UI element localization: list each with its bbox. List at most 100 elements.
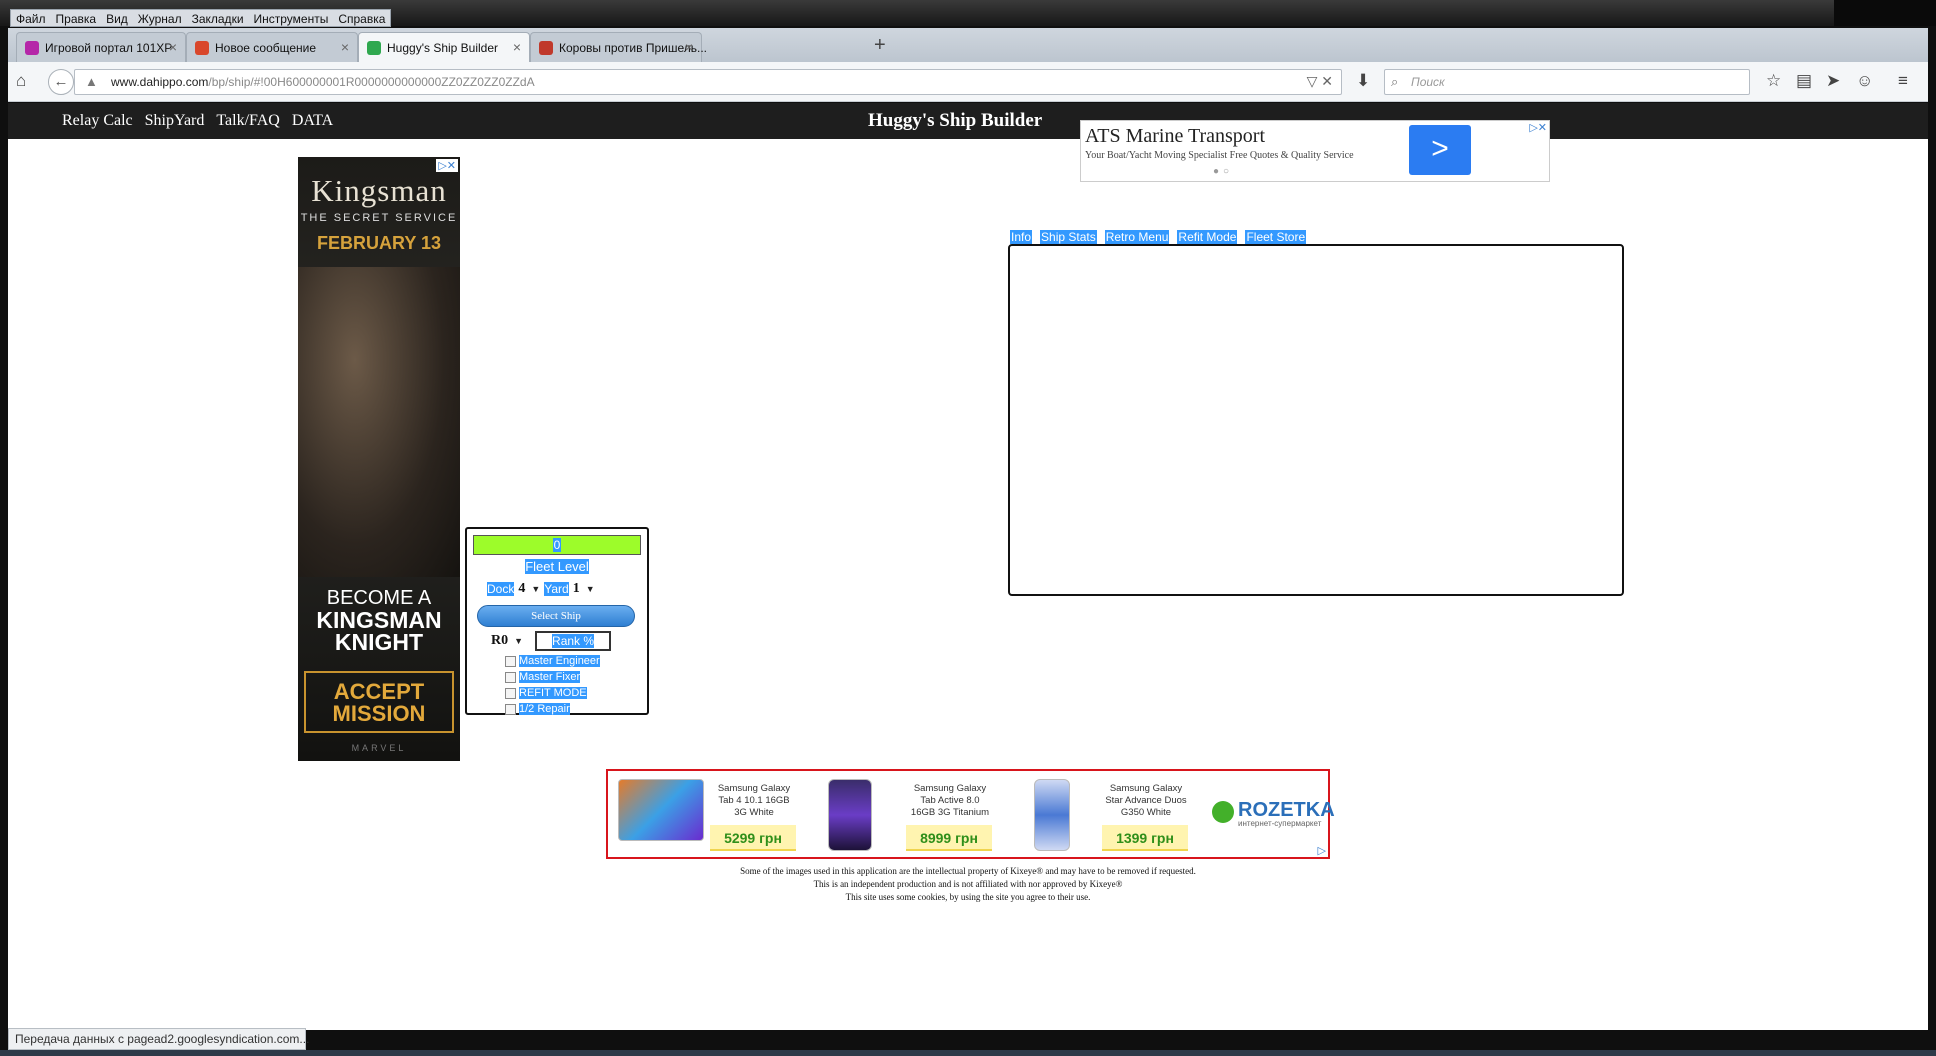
browser-window: Файл Правка Вид Журнал Закладки Инструме… bbox=[0, 0, 1936, 1056]
checkbox-box[interactable] bbox=[505, 687, 516, 699]
fleet-level-label: Fleet Level bbox=[467, 559, 647, 574]
ad-arrow-button[interactable]: > bbox=[1409, 125, 1471, 175]
menu-help[interactable]: Справка bbox=[333, 10, 390, 26]
rank-placeholder: Rank % bbox=[552, 634, 595, 648]
mail-icon bbox=[195, 41, 209, 55]
yard-select[interactable]: 1 ▼ bbox=[571, 581, 597, 597]
reading-list-icon[interactable]: ▤ bbox=[1796, 71, 1812, 91]
rozetka-samsung-ad[interactable]: Samsung Galaxy Tab 4 10.1 16GB 3G White … bbox=[606, 769, 1335, 859]
menu-file[interactable]: Файл bbox=[11, 10, 51, 26]
product-card[interactable]: Samsung Galaxy Star Advance Duos G350 Wh… bbox=[1004, 775, 1190, 855]
product-price: 1399 грн bbox=[1102, 825, 1188, 851]
ad-line2: KINGSMAN KNIGHT bbox=[316, 607, 442, 655]
ad-photo bbox=[298, 267, 460, 577]
checkbox-box[interactable] bbox=[505, 671, 516, 683]
select-ship-button[interactable]: Select Ship bbox=[477, 605, 635, 627]
product-name: Samsung Galaxy Tab Active 8.0 16GB 3G Ti… bbox=[910, 783, 990, 818]
search-bar[interactable]: ⌕ Поиск bbox=[1384, 69, 1750, 95]
tab-ship-stats[interactable]: Ship Stats bbox=[1040, 230, 1097, 244]
product-price: 8999 грн bbox=[906, 825, 992, 851]
window-controls[interactable] bbox=[1834, 0, 1936, 26]
phone-image bbox=[1034, 779, 1070, 851]
rank-select[interactable]: R0 ▼ bbox=[489, 633, 525, 649]
new-tab-button[interactable]: + bbox=[874, 34, 886, 57]
send-icon[interactable]: ➤ bbox=[1826, 71, 1840, 91]
checkbox-label: Master Fixer bbox=[519, 671, 581, 683]
checkbox-label: Master Engineer bbox=[519, 655, 600, 667]
product-name: Samsung Galaxy Star Advance Duos G350 Wh… bbox=[1105, 783, 1187, 818]
game-icon bbox=[539, 41, 553, 55]
accept-mission-button[interactable]: ACCEPT MISSION bbox=[304, 671, 454, 733]
product-price: 5299 грн bbox=[710, 825, 796, 851]
half-repair-checkbox[interactable]: 1/2 Repair bbox=[505, 703, 570, 715]
product-name: Samsung Galaxy Tab 4 10.1 16GB 3G White bbox=[717, 783, 791, 818]
checkbox-box[interactable] bbox=[505, 655, 516, 667]
ats-marine-ad[interactable]: ATS Marine Transport Your Boat/Yacht Mov… bbox=[1080, 120, 1550, 182]
status-bar: Передача данных с pagead2.googlesyndicat… bbox=[8, 1028, 309, 1050]
checkbox-box[interactable] bbox=[505, 703, 516, 715]
url-bar[interactable]: ▲ www.dahippo.com/bp/ship/#!00H600000001… bbox=[74, 69, 1342, 95]
dock-select[interactable]: 4 ▼ bbox=[516, 581, 542, 597]
master-fixer-checkbox[interactable]: Master Fixer bbox=[505, 671, 581, 683]
tab-info[interactable]: Info bbox=[1010, 230, 1033, 244]
menu-edit[interactable]: Правка bbox=[51, 10, 102, 26]
tab-new-message[interactable]: Новое сообщение × bbox=[186, 32, 358, 62]
master-engineer-checkbox[interactable]: Master Engineer bbox=[505, 655, 600, 667]
nav-data[interactable]: DATA bbox=[292, 112, 333, 130]
refit-mode-checkbox[interactable]: REFIT MODE bbox=[505, 687, 587, 699]
back-button[interactable]: ← bbox=[48, 69, 74, 95]
close-icon[interactable]: × bbox=[513, 39, 521, 55]
checkbox-label: REFIT MODE bbox=[519, 687, 587, 699]
yard-value: 1 bbox=[572, 581, 580, 596]
yard-label: Yard bbox=[544, 582, 569, 596]
star-icon bbox=[25, 41, 39, 55]
nav-relay-calc[interactable]: Relay Calc bbox=[62, 112, 133, 130]
product-card[interactable]: Samsung Galaxy Tab 4 10.1 16GB 3G White … bbox=[612, 775, 798, 855]
view-tabs: Info Ship Stats Retro Menu Refit Mode Fl… bbox=[1010, 230, 1307, 244]
rozetka-logo-icon bbox=[1212, 801, 1234, 823]
menu-bar: Файл Правка Вид Журнал Закладки Инструме… bbox=[0, 0, 1936, 27]
rank-input[interactable]: Rank % bbox=[535, 631, 612, 651]
ship-view-panel bbox=[1008, 244, 1624, 596]
menu-tools[interactable]: Инструменты bbox=[249, 10, 334, 26]
url-text: www.dahippo.com/bp/ship/#!00H600000001R0… bbox=[111, 75, 535, 89]
product-card[interactable]: Samsung Galaxy Tab Active 8.0 16GB 3G Ti… bbox=[808, 775, 994, 855]
close-icon[interactable]: × bbox=[169, 39, 177, 55]
reload-icon[interactable]: ▽ ✕ bbox=[1307, 73, 1333, 90]
ad-choices-icon[interactable]: ▷✕ bbox=[436, 159, 458, 172]
url-path: /bp/ship/#!00H600000001R0000000000000ZZ0… bbox=[208, 75, 535, 89]
tab-cows-vs-aliens[interactable]: Коровы против Пришель... × bbox=[530, 32, 707, 62]
bookmark-star-icon[interactable]: ☆ bbox=[1766, 71, 1781, 91]
tab-retro-menu[interactable]: Retro Menu bbox=[1104, 230, 1170, 244]
close-icon[interactable]: × bbox=[685, 39, 693, 55]
menu-bookmarks[interactable]: Закладки bbox=[187, 10, 249, 26]
menu-history[interactable]: Журнал bbox=[133, 10, 187, 26]
home-icon[interactable]: ⌂ bbox=[16, 71, 26, 91]
hamburger-menu-icon[interactable]: ≡ bbox=[1898, 71, 1908, 91]
menu-view[interactable]: Вид bbox=[101, 10, 133, 26]
tab-101xp[interactable]: Игровой портал 101XP × bbox=[16, 32, 186, 62]
tablet-image bbox=[618, 779, 704, 841]
close-icon[interactable]: × bbox=[341, 39, 349, 55]
ad-choices-icon[interactable]: ▷ bbox=[1318, 844, 1326, 857]
ad-pager-dots[interactable]: ●○ bbox=[1213, 166, 1233, 177]
navigation-bar: ⌂ ← ▲ www.dahippo.com/bp/ship/#!00H60000… bbox=[8, 62, 1928, 102]
url-host: www.dahippo.com bbox=[111, 75, 209, 89]
chat-icon[interactable]: ☺ bbox=[1856, 71, 1873, 91]
tab-ship-builder[interactable]: Huggy's Ship Builder × bbox=[358, 32, 530, 63]
site-header: Relay Calc ShipYard Talk/FAQ DATA Huggy'… bbox=[8, 103, 1928, 139]
nav-talk-faq[interactable]: Talk/FAQ bbox=[216, 112, 279, 130]
tab-refit-mode[interactable]: Refit Mode bbox=[1177, 230, 1238, 244]
disclaimer-line: This site uses some cookies, by using th… bbox=[845, 892, 1091, 902]
ad-title: Kingsman bbox=[311, 173, 447, 208]
search-icon: ⌕ bbox=[1391, 74, 1399, 89]
tab-fleet-store[interactable]: Fleet Store bbox=[1245, 230, 1307, 244]
disclaimer-line: This is an independent production and is… bbox=[813, 879, 1123, 889]
taskbar bbox=[0, 1050, 1936, 1056]
ad-choices-icon[interactable]: ▷✕ bbox=[1529, 121, 1547, 134]
download-icon[interactable]: ⬇ bbox=[1356, 71, 1370, 91]
rank-row: R0 ▼ Rank % bbox=[489, 631, 612, 651]
nav-shipyard[interactable]: ShipYard bbox=[145, 112, 205, 130]
kingsman-ad[interactable]: ▷✕ Kingsman THE SECRET SERVICE FEBRUARY … bbox=[298, 157, 460, 761]
tab-label: Коровы против Пришель... bbox=[559, 41, 707, 55]
